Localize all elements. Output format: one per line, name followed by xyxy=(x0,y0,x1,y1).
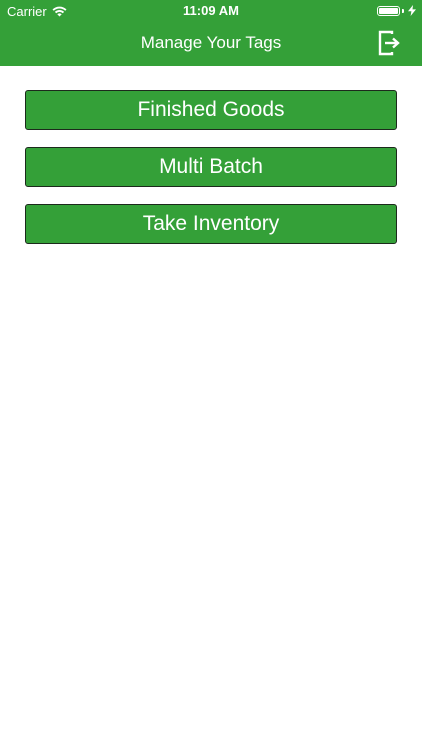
take-inventory-button[interactable]: Take Inventory xyxy=(25,204,397,244)
screen: Carrier 11:09 AM Manage Your Tags Finish… xyxy=(0,0,422,750)
multi-batch-label: Multi Batch xyxy=(159,155,263,178)
battery-icon xyxy=(377,5,400,16)
top-bar: Carrier 11:09 AM Manage Your Tags xyxy=(0,0,422,66)
take-inventory-label: Take Inventory xyxy=(142,212,280,235)
status-time: 11:09 AM xyxy=(183,3,239,18)
battery-tip xyxy=(402,8,404,13)
finished-goods-label: Finished Goods xyxy=(137,98,285,121)
battery-fill xyxy=(379,7,398,14)
multi-batch-button[interactable]: Multi Batch xyxy=(25,147,397,187)
page-title: Manage Your Tags xyxy=(140,33,282,52)
logout-icon xyxy=(378,30,400,56)
charging-bolt-icon xyxy=(408,5,416,16)
finished-goods-button[interactable]: Finished Goods xyxy=(25,90,397,130)
status-bar: Carrier 11:09 AM xyxy=(0,0,422,22)
logout-button[interactable] xyxy=(378,30,402,56)
battery-indicator xyxy=(377,5,416,16)
